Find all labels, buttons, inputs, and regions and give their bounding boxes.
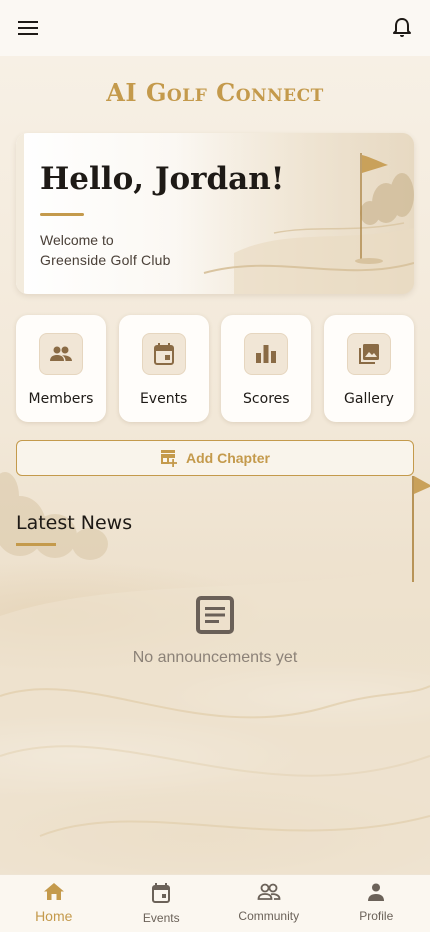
golf-course-illustration [174, 133, 414, 294]
nav-events[interactable]: Events [108, 875, 216, 932]
nav-community[interactable]: Community [215, 875, 323, 932]
nav-profile[interactable]: Profile [323, 875, 430, 932]
bottom-navigation: Home Events Community Profile [0, 874, 430, 932]
latest-news-heading: Latest News [16, 512, 133, 534]
card-accent [16, 133, 24, 294]
community-icon [257, 883, 281, 906]
home-icon [43, 883, 64, 906]
add-business-icon [160, 449, 178, 467]
nav-label: Events [142, 911, 180, 925]
club-name: Greenside Golf Club [40, 252, 171, 268]
add-chapter-button[interactable]: Add Chapter [16, 440, 414, 476]
events-tile[interactable]: Events [118, 315, 209, 422]
nav-label: Profile [359, 909, 394, 923]
menu-icon[interactable] [16, 16, 40, 40]
nav-label: Community [238, 909, 300, 923]
calendar-icon [152, 883, 171, 908]
top-app-bar [0, 0, 430, 56]
app-title: AI Golf Connect [106, 78, 324, 107]
news-underline [16, 543, 56, 546]
calendar-icon [141, 333, 186, 375]
article-icon [195, 595, 235, 640]
tile-label: Scores [243, 391, 290, 407]
tile-label: Events [139, 391, 188, 407]
welcome-card: Hello, Jordan! Welcome to Greenside Golf… [16, 133, 414, 294]
greeting-heading: Hello, Jordan! [40, 161, 285, 197]
welcome-text: Welcome to [40, 232, 114, 248]
tile-label: Members [28, 391, 94, 407]
bell-icon[interactable] [390, 16, 414, 40]
people-icon [39, 333, 83, 375]
quick-actions: Members Events Scores Gallery [16, 315, 414, 422]
nav-home[interactable]: Home [0, 875, 108, 932]
greeting-underline [40, 213, 84, 216]
nav-label: Home [35, 908, 73, 924]
person-icon [367, 883, 385, 906]
gallery-tile[interactable]: Gallery [323, 315, 414, 422]
add-chapter-label: Add Chapter [186, 450, 270, 466]
gallery-icon [346, 333, 391, 375]
members-tile[interactable]: Members [16, 315, 106, 422]
tile-label: Gallery [344, 391, 394, 407]
scores-tile[interactable]: Scores [221, 315, 312, 422]
empty-news-text: No announcements yet [132, 649, 298, 666]
bar-chart-icon [244, 333, 289, 375]
